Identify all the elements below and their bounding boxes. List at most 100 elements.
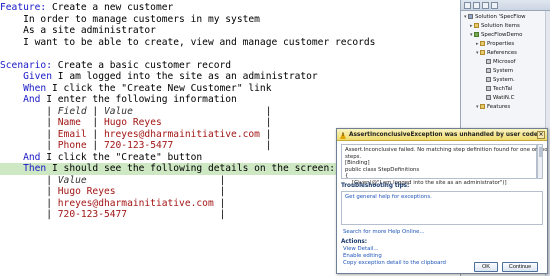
tree-label: TechTal xyxy=(493,86,513,92)
tree-label: WatiN.C xyxy=(493,95,515,101)
message-line: [Binding] xyxy=(345,160,370,167)
table-cell: 720-123-5477 xyxy=(103,140,174,151)
reference-item[interactable]: Microsof xyxy=(486,58,516,66)
reference-icon xyxy=(486,76,491,82)
tree-label: System. xyxy=(493,77,515,83)
close-icon[interactable]: × xyxy=(537,131,545,139)
given-step: Given I am logged into the site as an ad… xyxy=(0,71,460,83)
troubleshooting-tips-box: Get general help for exceptions. xyxy=(341,191,543,225)
tree-item[interactable]: ▸ Solution Items xyxy=(470,22,520,30)
step-keyword: When xyxy=(23,82,47,94)
step-keyword: And xyxy=(23,151,41,163)
reference-icon xyxy=(486,94,491,100)
project-icon xyxy=(474,31,479,37)
tree-label: References xyxy=(487,50,517,56)
table-header-cell: Value xyxy=(57,174,87,186)
general-help-link[interactable]: Get general help for exceptions. xyxy=(345,194,432,200)
narrative-line: As a site administrator xyxy=(0,25,460,37)
scenario-line: Scenario: Create a basic customer record xyxy=(0,60,460,72)
scrollbar-thumb[interactable] xyxy=(539,147,542,157)
view-detail-link[interactable]: View Detail... xyxy=(343,246,379,252)
folder-icon xyxy=(480,49,485,55)
table-cell: hreyes@dharmainitiative.com xyxy=(57,197,214,209)
table-cell: Email xyxy=(57,128,87,140)
step-keyword: And xyxy=(23,94,41,105)
reference-item[interactable]: System xyxy=(486,67,513,75)
narrative-line: In order to manage customers in my syste… xyxy=(0,14,460,26)
enable-editing-link[interactable]: Enable editing xyxy=(343,253,382,259)
tree-label: SpecFlowDemo xyxy=(481,32,523,38)
exception-assistant-dialog: ! AssertInconclusiveException was unhand… xyxy=(336,128,548,274)
table-cell: hreyes@dharmainitiative.com xyxy=(103,128,260,140)
narrative-text: In order to manage customers in my syste… xyxy=(23,13,260,25)
properties-icon[interactable] xyxy=(464,2,471,9)
warning-icon: ! xyxy=(340,131,346,139)
narrative-text: As a site administrator xyxy=(23,25,156,36)
scenario-title: Create a basic customer record xyxy=(51,59,232,71)
feature-keyword: Feature: xyxy=(0,2,47,13)
exception-message-box[interactable]: Assert.Inconclusive failed. No matching … xyxy=(341,144,548,186)
step-text: I click the "Create" button xyxy=(40,151,203,163)
message-line: steps. xyxy=(345,153,362,160)
message-line: public class StepDefinitions xyxy=(345,166,420,173)
reference-item[interactable]: TechTal xyxy=(486,85,512,93)
narrative-text: I want to be able to create, view and ma… xyxy=(23,36,376,48)
dialog-title-bar[interactable]: ! AssertInconclusiveException was unhand… xyxy=(337,129,547,141)
warning-glyph: ! xyxy=(342,133,345,139)
reference-icon xyxy=(486,67,491,73)
solution-node[interactable]: ▾ Solution 'SpecFlow xyxy=(464,13,526,21)
table-header-row: | Field | Value | xyxy=(0,105,272,117)
table-cell: Hugo Reyes xyxy=(103,117,162,128)
step-text: I enter the following information xyxy=(40,94,237,105)
folder-icon xyxy=(474,22,479,28)
message-scrollbar[interactable] xyxy=(537,144,543,179)
reference-item[interactable]: WatiN.C xyxy=(486,94,514,102)
continue-button[interactable]: Continue xyxy=(502,262,538,272)
copy-exception-detail-link[interactable]: Copy exception detail to the clipboard xyxy=(343,260,446,266)
table-cell: Phone xyxy=(57,140,87,151)
show-all-files-icon[interactable] xyxy=(473,2,480,9)
search-help-online-link[interactable]: Search for more Help Online... xyxy=(343,229,425,235)
tree-item[interactable]: ▸ Properties xyxy=(476,40,514,48)
reference-icon xyxy=(486,85,491,91)
when-step: When I click the "Create New Customer" l… xyxy=(0,83,460,95)
tree-label: Microsof xyxy=(493,59,516,65)
reference-item[interactable]: System. xyxy=(486,76,515,84)
ok-button[interactable]: OK xyxy=(474,262,498,272)
project-node[interactable]: ▾ SpecFlowDemo xyxy=(470,31,522,39)
message-line: { xyxy=(345,173,349,180)
step-text: I should see the following details on th… xyxy=(46,163,336,174)
step-text: I click the "Create New Customer" link xyxy=(46,82,272,94)
tree-item[interactable]: ▾ References xyxy=(476,49,517,57)
tree-label: System xyxy=(493,68,514,74)
step-keyword: Then xyxy=(23,163,47,174)
table-row: | Name | Hugo Reyes | xyxy=(0,117,272,128)
table-cell: Hugo Reyes xyxy=(57,186,116,197)
step-keyword: Given xyxy=(23,71,52,82)
step-text: I am logged into the site as an administ… xyxy=(52,71,318,82)
dialog-title: AssertInconclusiveException was unhandle… xyxy=(349,132,538,138)
solution-explorer-toolbar xyxy=(461,0,550,11)
tree-label: Solution Items xyxy=(481,23,520,29)
feature-line: Feature: Create a new customer xyxy=(0,2,460,14)
solution-icon xyxy=(468,13,473,19)
troubleshooting-heading: Troubleshooting tips: xyxy=(341,183,410,189)
actions-heading: Actions: xyxy=(341,239,368,245)
scenario-keyword: Scenario: xyxy=(0,59,52,71)
view-code-icon[interactable] xyxy=(491,2,498,9)
refresh-icon[interactable] xyxy=(482,2,489,9)
feature-title: Create a new customer xyxy=(46,2,174,13)
table-header-cell: Value xyxy=(103,105,133,117)
tree-label: Solution 'SpecFlow xyxy=(475,14,526,20)
message-line: Assert.Inconclusive failed. No matching … xyxy=(345,147,548,153)
tree-item[interactable]: ▾ Features xyxy=(476,103,510,111)
tree-label: Properties xyxy=(487,41,515,47)
reference-icon xyxy=(486,58,491,64)
narrative-line: I want to be able to create, view and ma… xyxy=(0,37,460,49)
and-step: And I enter the following information xyxy=(0,94,460,106)
folder-icon xyxy=(480,103,485,109)
folder-icon xyxy=(480,40,485,46)
table-cell: 720-123-5477 xyxy=(57,209,128,220)
table-cell: Name xyxy=(57,117,81,128)
table-header-cell: Field xyxy=(57,105,87,117)
